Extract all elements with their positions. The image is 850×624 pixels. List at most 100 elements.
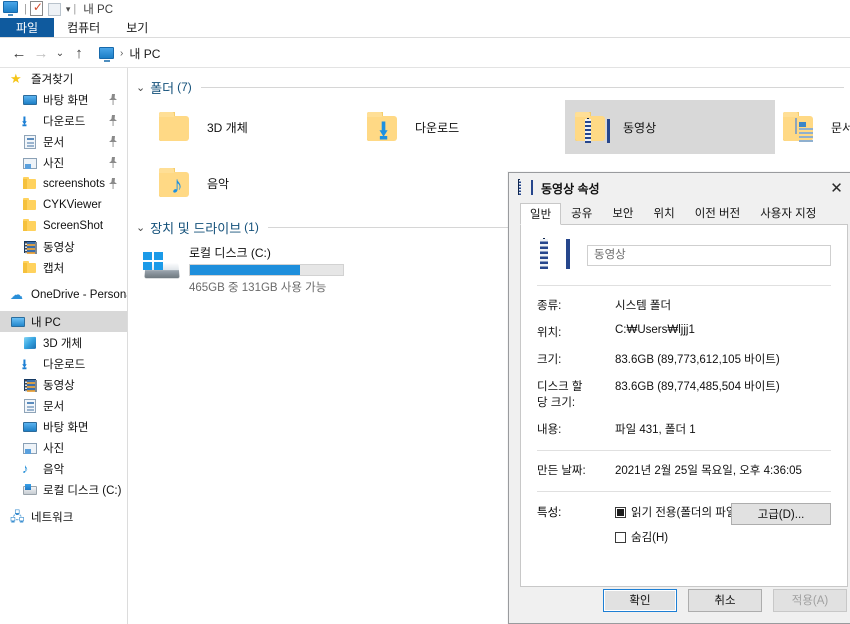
breadcrumb-separator: › [120, 47, 124, 59]
pin-icon[interactable] [109, 178, 118, 189]
chevron-down-icon[interactable]: ⌄ [136, 81, 145, 94]
sidebar-item-12[interactable]: 3D 개체 [0, 332, 127, 353]
group-header-folders[interactable]: ⌄ 폴더 (7) [129, 76, 850, 98]
download-emblem: ⭳ [365, 107, 407, 147]
folder-tile[interactable]: ⭳ 다운로드 [357, 100, 567, 154]
folder-tile-label: 다운로드 [415, 120, 460, 135]
close-icon[interactable]: ✕ [814, 173, 850, 203]
dialog-title: 동영상 속성 [541, 181, 600, 196]
monitor-icon[interactable] [3, 1, 19, 17]
created-date-value: 2021년 2월 25일 목요일, 오후 4:36:05 [615, 465, 802, 477]
dialog-tab-1[interactable]: 공유 [561, 202, 602, 224]
hidden-checkbox-row[interactable]: 숨김(H) [615, 529, 831, 545]
ok-button[interactable]: 확인 [603, 588, 677, 612]
property-row: 내용: 파일 431, 폴더 1 [521, 421, 847, 437]
property-row: 디스크 할 당 크기: 83.6GB (89,774,485,504 바이트) [521, 378, 847, 410]
sidebar-item-18[interactable]: ♪ 음악 [0, 458, 127, 479]
address-input[interactable]: › 내 PC [95, 42, 842, 64]
property-value: 83.6GB (89,774,485,504 바이트) [615, 381, 780, 393]
sidebar-item-14[interactable]: 동영상 [0, 374, 127, 395]
sidebar-item-8[interactable]: 동영상 [0, 236, 127, 257]
drive-icon [22, 482, 38, 498]
folder-tile[interactable]: ♪ 음악 [149, 156, 359, 210]
dialog-title-bar[interactable]: 동영상 속성 ✕ [509, 173, 850, 203]
videos-folder-icon [518, 179, 534, 196]
sidebar-item-4[interactable]: 사진 [0, 152, 127, 173]
sidebar-item-20[interactable]: 🖧 네트워크 [0, 506, 127, 527]
sidebar-item-13[interactable]: ⭳ 다운로드 [0, 353, 127, 374]
group-title-folders: 폴더 [150, 80, 175, 96]
desktop-icon [22, 419, 38, 435]
sidebar-item-0[interactable]: ★ 즐겨찾기 [0, 68, 127, 89]
hidden-checkbox[interactable] [615, 531, 626, 543]
property-key: 디스크 할 당 크기: [537, 381, 583, 409]
breadcrumb-this-pc[interactable]: 내 PC [129, 45, 160, 62]
hidden-label: 숨김(H) [631, 532, 669, 544]
dialog-tab-0[interactable]: 일반 [520, 203, 562, 225]
advanced-button[interactable]: 고급(D)... [731, 503, 831, 525]
sidebar-item-19[interactable]: 로컬 디스크 (C:) [0, 479, 127, 500]
pin-icon[interactable] [109, 94, 118, 105]
dropdown-caret-icon[interactable]: ▾ [66, 4, 71, 15]
sidebar-item-3[interactable]: 문서 [0, 131, 127, 152]
sidebar-item-17[interactable]: 사진 [0, 437, 127, 458]
readonly-checkbox[interactable] [615, 506, 626, 518]
window-title: 내 PC [83, 4, 114, 16]
sidebar-item-5[interactable]: screenshots [0, 173, 127, 194]
tab-view[interactable]: 보기 [113, 18, 161, 37]
download-icon: ⭳ [22, 355, 27, 372]
dialog-tab-2[interactable]: 보안 [602, 202, 643, 224]
folder-tile[interactable]: 동영상 [565, 100, 775, 154]
sidebar-item-9[interactable]: 캡처 [0, 257, 127, 278]
properties-icon[interactable] [29, 1, 46, 17]
pin-icon[interactable] [109, 157, 118, 168]
divider [537, 450, 831, 451]
pictures-icon [22, 155, 38, 171]
cancel-button[interactable]: 취소 [688, 588, 762, 612]
ribbon-tabs: 파일 컴퓨터 보기 [0, 18, 850, 38]
sidebar-item-1[interactable]: 바탕 화면 [0, 89, 127, 110]
folder-tile[interactable]: 문서 [773, 100, 850, 154]
folder-tile[interactable]: 3D 개체 [149, 100, 359, 154]
folder-name-field[interactable]: 동영상 [587, 244, 831, 266]
created-date-key: 만든 날짜: [537, 465, 586, 477]
navigation-pane[interactable]: ★ 즐겨찾기 바탕 화면 ⭳ 다운로드 문서 사진 screenshots CYKViewer S… [0, 68, 128, 624]
sidebar-item-label: 사진 [43, 157, 65, 170]
new-folder-icon[interactable] [47, 1, 64, 17]
forward-arrow-icon[interactable]: → [30, 42, 52, 64]
pin-icon[interactable] [109, 115, 118, 126]
sidebar-item-11[interactable]: 내 PC [0, 311, 127, 332]
group-title-devices: 장치 및 드라이브 [150, 220, 242, 236]
sidebar-item-label: 동영상 [43, 241, 75, 254]
dialog-tab-4[interactable]: 이전 버전 [685, 202, 751, 224]
sidebar-item-6[interactable]: CYKViewer [0, 194, 127, 215]
property-value: 파일 431, 폴더 1 [615, 424, 696, 436]
back-arrow-icon[interactable]: ← [8, 42, 30, 64]
tab-file[interactable]: 파일 [0, 18, 55, 37]
attributes-label: 특성: [537, 507, 562, 519]
folder-icon [22, 197, 38, 213]
chevron-down-icon[interactable]: ⌄ [136, 221, 145, 234]
dialog-general-panel: 동영상 종류: 시스템 폴더 위치: C:₩Users₩ljjj1 크기: 83.6GB … [520, 225, 848, 587]
pictures-icon [22, 440, 38, 456]
apply-button: 적용(A) [773, 588, 847, 612]
sidebar-item-2[interactable]: ⭳ 다운로드 [0, 110, 127, 131]
sidebar-item-7[interactable]: ScreenShot [0, 215, 127, 236]
sidebar-item-10[interactable]: ☁ OneDrive - Personal [0, 284, 127, 305]
dialog-tab-3[interactable]: 위치 [644, 202, 685, 224]
folder-icon [22, 218, 38, 234]
up-arrow-icon[interactable]: ↑ [68, 42, 90, 64]
dialog-tab-5[interactable]: 사용자 지정 [750, 202, 826, 224]
windows-drive-icon [139, 249, 183, 287]
property-value: C:₩Users₩ljjj1 [615, 324, 695, 336]
sidebar-item-label: 내 PC [31, 316, 61, 329]
sidebar-item-15[interactable]: 문서 [0, 395, 127, 416]
sidebar-item-label: screenshots [43, 177, 106, 190]
drive-name: 로컬 디스크 (C:) [189, 246, 271, 260]
sidebar-item-16[interactable]: 바탕 화면 [0, 416, 127, 437]
folder-tile-label: 동영상 [623, 120, 657, 135]
tab-computer[interactable]: 컴퓨터 [54, 18, 113, 37]
folder-tile-label: 음악 [207, 176, 230, 191]
pin-icon[interactable] [109, 136, 118, 147]
recent-locations-icon[interactable]: ⌄ [52, 42, 68, 64]
